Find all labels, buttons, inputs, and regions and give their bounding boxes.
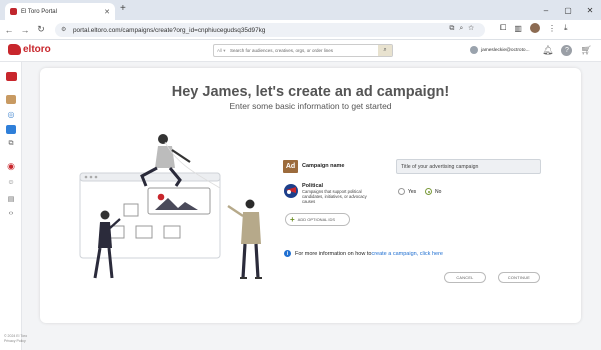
info-message: i For more information on how to create … xyxy=(284,250,443,257)
search-scope-dropdown[interactable]: All ▾ xyxy=(214,48,230,54)
sidebar-campaigns-icon[interactable]: ⧉ xyxy=(6,139,16,148)
help-icon[interactable]: ? xyxy=(561,45,573,56)
sidebar-targeting-icon[interactable]: ◎ xyxy=(6,110,16,119)
back-icon[interactable]: ← xyxy=(2,25,16,35)
political-description: Campaigns that support political candida… xyxy=(302,189,367,204)
profile-avatar[interactable] xyxy=(529,23,540,33)
ad-icon-label: Ad xyxy=(285,163,296,170)
continue-button[interactable]: CONTINUE xyxy=(498,272,540,283)
info-text: For more information on how to xyxy=(295,250,372,257)
sidebar: ◎ ⧉ ◉ ☺ ▤ ‹› xyxy=(0,62,22,350)
sidebar-target-icon[interactable]: ◉ xyxy=(6,161,16,171)
window-controls: – ▢ ✕ xyxy=(535,0,601,20)
sidebar-creatives-icon[interactable] xyxy=(6,125,16,134)
create-campaign-help-link[interactable]: create a campaign, click here xyxy=(371,251,443,257)
ad-icon: Ad xyxy=(283,160,298,173)
campaign-name-label: Campaign name xyxy=(302,163,345,169)
tab-title: El Toro Portal xyxy=(21,8,57,15)
search-scope-label: All xyxy=(217,47,223,53)
app-logo[interactable]: eltoro xyxy=(8,44,51,55)
page-subtitle: Enter some basic information to get star… xyxy=(229,101,392,111)
site-info-icon[interactable]: ⚙ xyxy=(61,26,66,33)
radio-circle-no[interactable] xyxy=(425,188,432,195)
radio-circle-yes[interactable] xyxy=(398,188,405,195)
minimize-icon[interactable]: – xyxy=(535,6,557,15)
political-icon xyxy=(284,184,298,198)
notifications-icon[interactable]: 🔔︎ xyxy=(542,45,553,56)
create-campaign-card: Hey James, let's create an ad campaign! … xyxy=(40,68,581,323)
user-avatar xyxy=(470,46,478,54)
logo-text: eltoro xyxy=(23,44,51,55)
address-bar[interactable]: ⚙ portal.eltoro.com/campaigns/create?org… xyxy=(55,23,485,37)
sidebar-code-icon[interactable]: ‹› xyxy=(6,209,16,218)
close-tab-icon[interactable]: ✕ xyxy=(104,8,110,16)
extensions-icon[interactable]: ⧠ xyxy=(500,23,506,33)
menu-icon[interactable]: ⋮ xyxy=(548,24,556,33)
close-window-icon[interactable]: ✕ xyxy=(579,6,601,15)
browser-tabbar: El Toro Portal ✕ + – ▢ ✕ xyxy=(0,0,601,20)
eltoro-favicon-icon xyxy=(10,8,17,15)
user-email: jamesleckie@octroto... xyxy=(481,47,530,53)
sidebar-logo-icon[interactable] xyxy=(6,72,17,81)
app-header: eltoro All ▾ Search for audiences, creat… xyxy=(0,40,601,62)
maximize-icon[interactable]: ▢ xyxy=(557,6,579,15)
download-icon[interactable]: ⤓ xyxy=(564,23,568,33)
search-input[interactable]: Search for audiences, creatives, orgs, o… xyxy=(230,48,333,53)
sidepanel-icon[interactable]: ▥ xyxy=(514,24,522,33)
browser-tab[interactable]: El Toro Portal ✕ xyxy=(5,3,115,20)
plus-icon: + xyxy=(290,215,295,224)
url-text: portal.eltoro.com/campaigns/create?org_i… xyxy=(73,26,266,34)
page-title: Hey James, let's create an ad campaign! xyxy=(171,84,450,100)
man-right-illustration xyxy=(227,199,262,279)
search-button[interactable]: ⌕ xyxy=(378,45,392,56)
radio-no-label: No xyxy=(435,188,442,195)
url-action-icons: ⧉⌕☆ xyxy=(449,25,479,32)
info-icon: i xyxy=(284,250,291,257)
political-yes-radio[interactable]: Yes xyxy=(398,188,416,195)
reload-icon[interactable]: ↻ xyxy=(34,24,48,35)
privacy-link[interactable]: Privacy Policy xyxy=(4,339,27,344)
add-optional-ids-button[interactable]: + ADD OPTIONAL IDS xyxy=(285,213,350,226)
footer-copyright: © 2024 El Toro Privacy Policy xyxy=(4,334,27,344)
sidebar-ads-icon[interactable] xyxy=(6,95,16,104)
sidebar-billing-icon[interactable]: ▤ xyxy=(6,194,16,203)
search-icon: ⌕ xyxy=(383,47,387,53)
forward-icon[interactable]: → xyxy=(18,25,32,35)
campaign-illustration xyxy=(79,134,262,279)
sidebar-users-icon[interactable]: ☺ xyxy=(6,178,16,187)
bull-logo-icon xyxy=(8,44,21,55)
new-tab-icon[interactable]: + xyxy=(120,3,126,14)
radio-yes-label: Yes xyxy=(408,188,417,195)
global-search[interactable]: All ▾ Search for audiences, creatives, o… xyxy=(213,44,393,57)
header-icons: 🔔︎ ? 🛒︎ xyxy=(542,45,592,56)
cancel-button[interactable]: CANCEL xyxy=(444,272,486,283)
add-optional-label: ADD OPTIONAL IDS xyxy=(297,217,336,222)
campaign-name-input[interactable]: Title of your advertising campaign xyxy=(396,159,541,174)
cart-icon[interactable]: 🛒︎ xyxy=(580,45,591,56)
browser-actions: ⧠ ▥ ⋮ ⤓ xyxy=(500,23,568,33)
political-no-radio[interactable]: No xyxy=(425,188,441,195)
user-menu[interactable]: jamesleckie@octroto... xyxy=(470,46,530,54)
